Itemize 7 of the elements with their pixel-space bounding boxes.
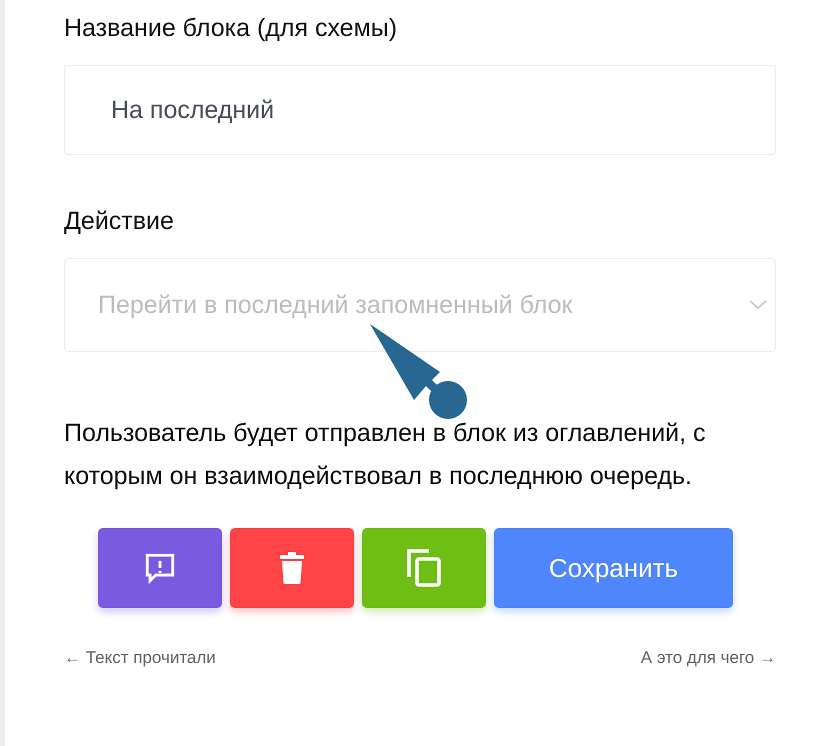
description-text: Пользователь будет отправлен в блок из оглавлений, с которым он взаимодействовал в последнюю очередь. xyxy=(64,418,707,492)
field-label: Действие xyxy=(64,207,175,236)
block-name-field[interactable]: На последний xyxy=(64,65,776,155)
field-label: Название блока (для схемы) xyxy=(64,14,398,43)
save-button[interactable]: Сохранить xyxy=(494,528,733,608)
previous-link[interactable]: ← Текст прочитали xyxy=(64,648,216,668)
next-link[interactable]: А это для чего → xyxy=(640,648,776,668)
